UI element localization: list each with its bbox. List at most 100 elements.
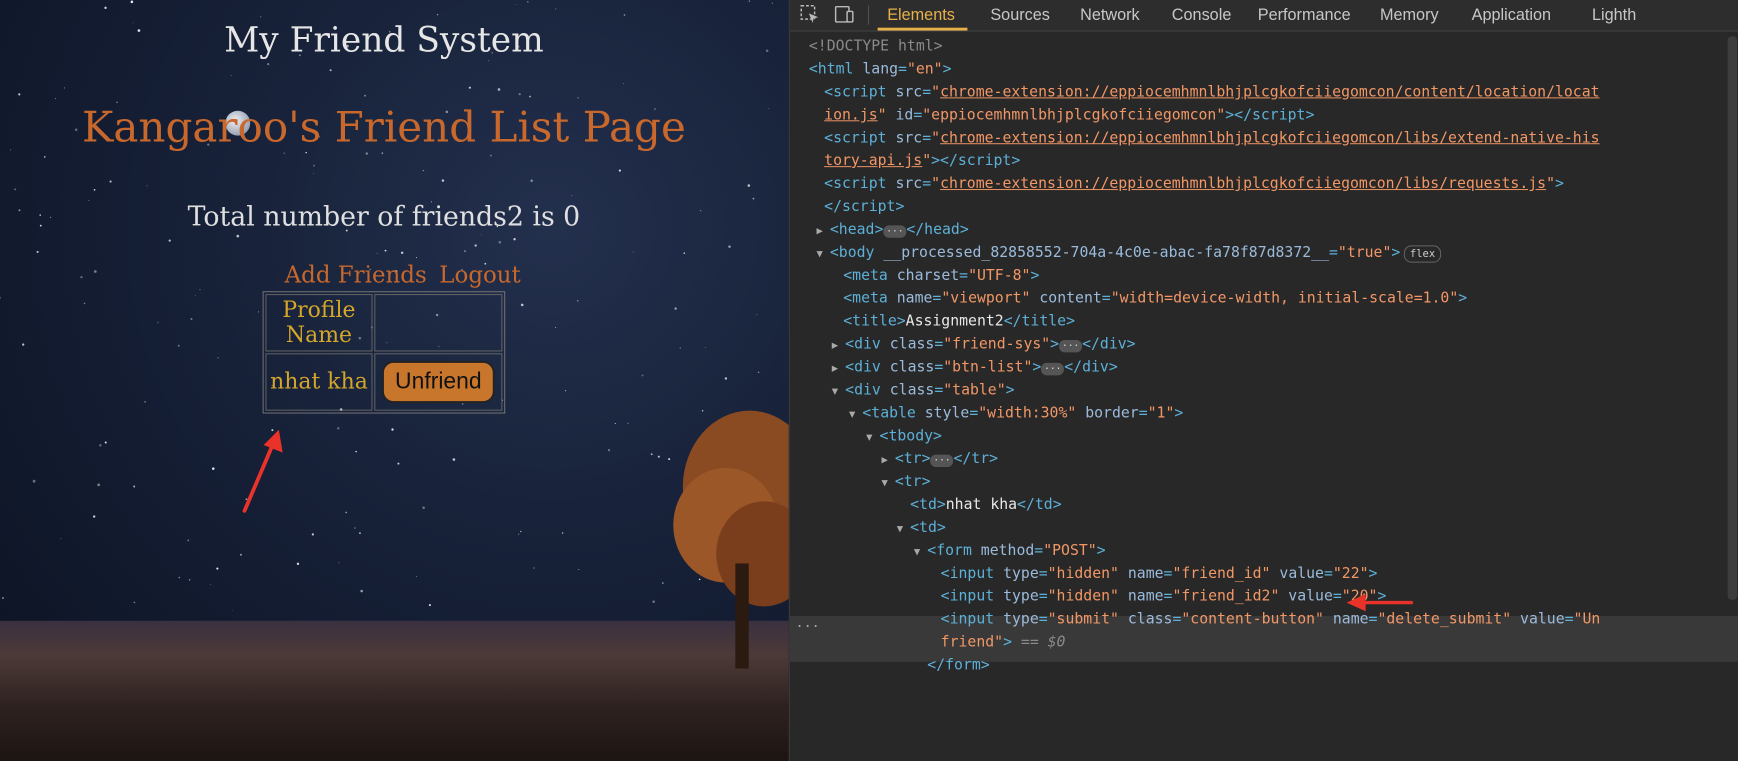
star	[60, 538, 62, 539]
star	[578, 569, 580, 570]
dom-line-script1-cont[interactable]: ion.js" id="eppiocemhmnlbhjplcgkofciiego…	[824, 103, 1314, 126]
tab-network[interactable]: Network	[1080, 6, 1140, 25]
star	[577, 300, 579, 302]
devtools-toolbar: Elements Sources Network Console Perform…	[789, 0, 1738, 32]
dom-line-tbody[interactable]: ▼ <tbody>	[866, 424, 942, 447]
red-arrow-annotation-right	[1346, 594, 1414, 612]
tab-performance[interactable]: Performance	[1258, 6, 1351, 25]
star	[623, 83, 625, 85]
star	[99, 443, 102, 447]
star	[533, 567, 535, 569]
star	[632, 251, 634, 253]
star	[555, 327, 557, 329]
star	[109, 180, 112, 183]
empty-header-cell	[374, 294, 503, 352]
star	[355, 450, 357, 453]
tab-memory[interactable]: Memory	[1380, 6, 1439, 25]
star	[157, 321, 159, 324]
inspect-element-icon[interactable]	[799, 4, 820, 25]
star	[376, 253, 378, 254]
logout-link[interactable]: Logout	[439, 262, 520, 289]
tab-sources[interactable]: Sources	[990, 6, 1050, 25]
dom-line-doctype[interactable]: <!DOCTYPE html>	[809, 34, 943, 57]
dom-line-table[interactable]: ▼ <table style="width:30%" border="1">	[849, 401, 1183, 424]
dom-line-div-friend-sys[interactable]: ▶ <div class="friend-sys"> ··· </div>	[832, 332, 1136, 355]
dom-line-html[interactable]: <html lang="en">	[809, 57, 952, 80]
star	[724, 377, 728, 380]
tab-application[interactable]: Application	[1472, 6, 1551, 25]
star	[36, 250, 39, 254]
star	[384, 249, 387, 252]
dom-line-tr-collapsed[interactable]: ▶ <tr> ··· </tr>	[881, 447, 998, 470]
dom-line-script1[interactable]: <script src="chrome-extension://eppiocem…	[824, 80, 1599, 103]
star	[43, 155, 46, 158]
star	[757, 371, 760, 374]
star	[360, 589, 363, 593]
star	[416, 575, 418, 577]
dom-line-head[interactable]: ▶ <head> ··· </head>	[817, 218, 969, 241]
star	[652, 600, 655, 603]
dom-line-body[interactable]: ▼ <body __processed_82858552-704a-4c0e-ab…	[817, 241, 1441, 264]
star	[627, 422, 629, 424]
unfriend-button[interactable]: Unfriend	[381, 360, 496, 404]
star	[490, 154, 492, 157]
dom-line-input-submit-cont[interactable]: friend"> == $0	[941, 630, 1066, 653]
profile-name-header: Profile Name	[265, 294, 373, 352]
star	[756, 313, 758, 315]
device-toolbar-icon[interactable]	[834, 4, 855, 25]
star	[18, 93, 21, 96]
star	[497, 88, 501, 91]
dom-line-form[interactable]: ▼ <form method="POST">	[914, 539, 1106, 562]
star	[144, 401, 146, 403]
dom-line-input-friend-id[interactable]: <input type="hidden" name="friend_id" va…	[941, 562, 1378, 585]
dom-line-div-table[interactable]: ▼ <div class="table">	[832, 378, 1015, 401]
star	[513, 238, 516, 241]
dom-line-td-name[interactable]: <td>nhat kha</td>	[910, 493, 1062, 516]
dom-line-script3-close[interactable]: </script>	[824, 195, 904, 218]
star	[313, 164, 316, 167]
dom-line-meta-viewport[interactable]: <meta name="viewport" content="width=dev…	[843, 287, 1467, 310]
dom-line-meta-charset[interactable]: <meta charset="UTF-8">	[843, 264, 1039, 287]
dom-line-form-close[interactable]: </form>	[927, 653, 989, 676]
tab-lighthouse[interactable]: Lighth	[1592, 6, 1636, 25]
star	[0, 296, 1, 299]
dom-line-input-friend-id2[interactable]: <input type="hidden" name="friend_id2" v…	[941, 584, 1387, 607]
star	[296, 562, 300, 566]
star	[260, 16, 262, 18]
star	[752, 197, 755, 200]
tab-console[interactable]: Console	[1172, 6, 1232, 25]
star	[189, 579, 191, 581]
dom-line-div-btn-list[interactable]: ▶ <div class="btn-list"> ··· </div>	[832, 355, 1118, 378]
page-preview: My Friend System Kangaroo's Friend List …	[0, 0, 789, 761]
star	[674, 307, 677, 310]
dom-line-script2-cont[interactable]: tory-api.js"></script>	[824, 149, 1020, 172]
dom-line-script2[interactable]: <script src="chrome-extension://eppiocem…	[824, 126, 1599, 149]
gutter-ellipsis[interactable]: ···	[796, 619, 820, 634]
star	[239, 553, 242, 556]
dom-line-script3[interactable]: <script src="chrome-extension://eppiocem…	[824, 172, 1564, 195]
star	[14, 188, 17, 191]
scrollbar[interactable]	[1727, 36, 1738, 600]
star	[104, 441, 107, 444]
star	[365, 152, 368, 155]
star	[32, 479, 36, 483]
star	[391, 428, 394, 431]
table-header-row: Profile Name	[265, 294, 503, 352]
friend-table: Profile Name nhat kha Unfriend	[262, 291, 506, 414]
star	[230, 75, 232, 77]
dom-line-input-submit[interactable]: <input type="submit" class="content-butt…	[941, 607, 1601, 630]
star	[623, 14, 626, 16]
star	[771, 2, 773, 4]
star	[555, 8, 557, 10]
star	[313, 173, 315, 174]
dom-line-tr[interactable]: ▼ <tr>	[881, 470, 930, 493]
dom-line-td[interactable]: ▼ <td>	[897, 516, 946, 539]
add-friends-link[interactable]: Add Friends	[285, 262, 427, 289]
dom-line-title[interactable]: <title>Assignment2</title>	[843, 309, 1075, 332]
star	[195, 294, 197, 296]
star	[216, 567, 219, 570]
tab-elements[interactable]: Elements	[887, 6, 955, 25]
star	[488, 60, 490, 62]
autumn-tree	[673, 410, 789, 669]
star	[515, 4, 517, 6]
